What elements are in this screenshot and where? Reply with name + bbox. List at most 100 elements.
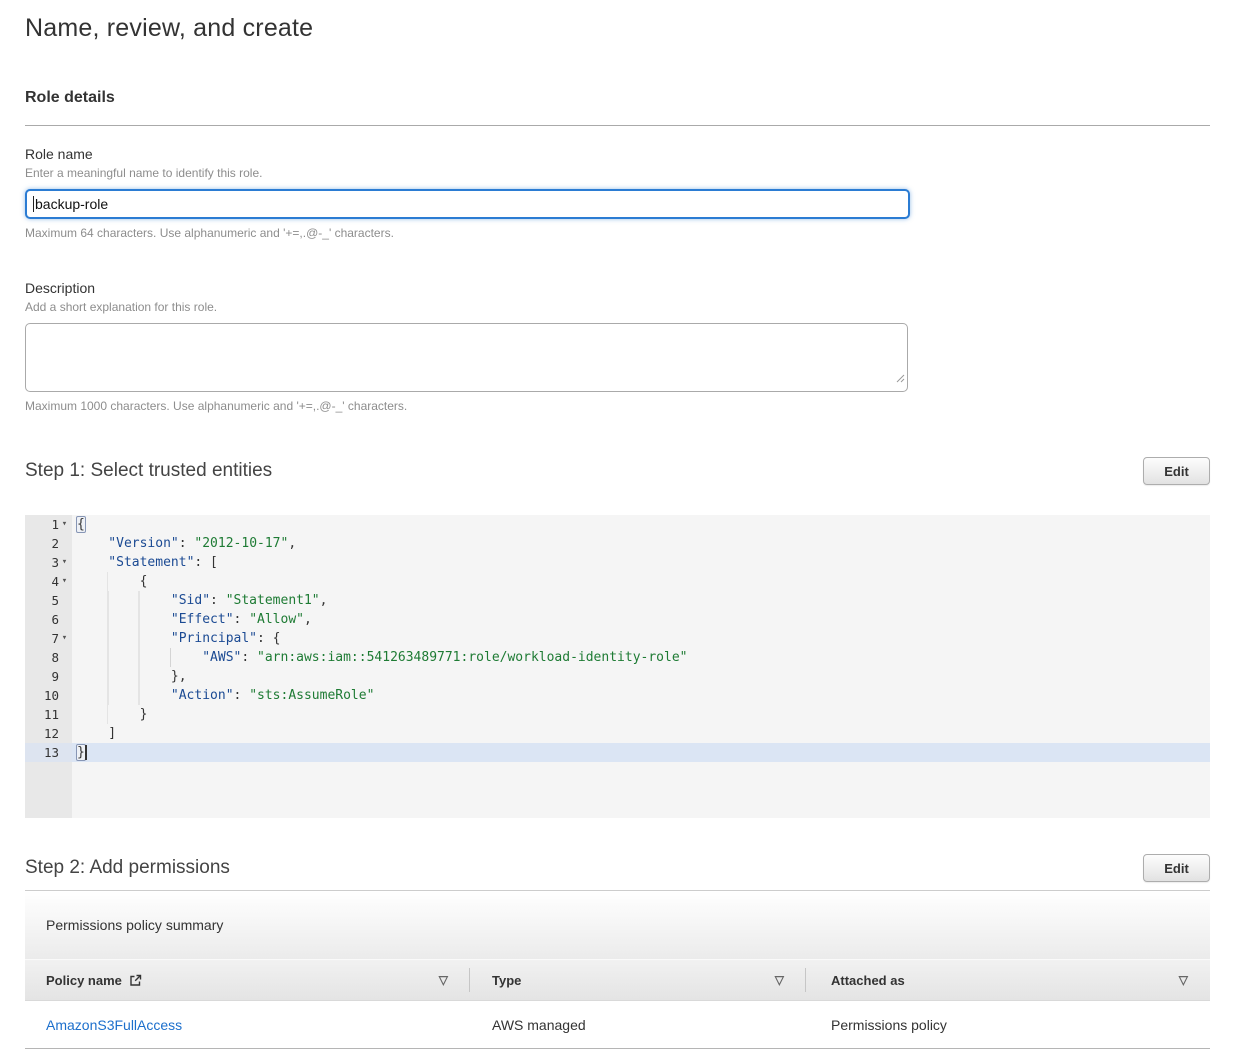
code-line[interactable]: 13} bbox=[25, 743, 1210, 762]
line-number: 10 bbox=[44, 686, 59, 705]
line-number-gutter: 1▾ bbox=[25, 515, 72, 534]
code-line[interactable]: 9}, bbox=[25, 667, 1210, 686]
json-string: "Allow" bbox=[249, 612, 304, 627]
code-line-content: { bbox=[72, 515, 1210, 534]
json-key: "Effect" bbox=[171, 612, 234, 627]
line-number-gutter: 12 bbox=[25, 724, 72, 743]
step1-edit-button[interactable]: Edit bbox=[1143, 457, 1210, 485]
line-number-gutter: 13 bbox=[25, 743, 72, 762]
line-number: 11 bbox=[44, 705, 59, 724]
policy-table-header: Policy name ▽ Type ▽ bbox=[25, 959, 1210, 1001]
code-line[interactable]: 6"Effect": "Allow", bbox=[25, 610, 1210, 629]
code-line[interactable]: 5 "Sid": "Statement1", bbox=[25, 591, 1210, 610]
line-number-gutter: 6 bbox=[25, 610, 72, 629]
code-line-content: } bbox=[72, 743, 1210, 762]
indent-guides bbox=[77, 534, 108, 553]
json-punctuation: , bbox=[304, 612, 312, 627]
step1-header-row: Step 1: Select trusted entities Edit bbox=[25, 457, 1210, 485]
code-line-content: "Statement": [ bbox=[72, 553, 1210, 572]
policy-name-link[interactable]: AmazonS3FullAccess bbox=[46, 1017, 182, 1033]
json-string: "arn:aws:iam::541263489771:role/workload… bbox=[257, 650, 687, 665]
step2-edit-button[interactable]: Edit bbox=[1143, 854, 1210, 882]
json-punctuation: : { bbox=[257, 631, 280, 646]
line-number: 3 bbox=[51, 553, 59, 572]
column-label: Attached as bbox=[831, 973, 905, 988]
table-row: AmazonS3FullAccess AWS managed Permissio… bbox=[25, 1001, 1210, 1049]
json-punctuation: : bbox=[234, 688, 250, 703]
step2-heading: Step 2: Add permissions bbox=[25, 857, 230, 879]
code-editor-filler bbox=[25, 762, 1210, 818]
trust-policy-code-editor[interactable]: 1▾{2"Version": "2012-10-17",3▾"Statement… bbox=[25, 515, 1210, 818]
code-line[interactable]: 1▾{ bbox=[25, 515, 1210, 534]
matched-bracket: { bbox=[76, 516, 86, 533]
code-line[interactable]: 3▾"Statement": [ bbox=[25, 553, 1210, 572]
column-header-type: Type ▽ bbox=[470, 960, 806, 1000]
json-punctuation: }, bbox=[171, 669, 187, 684]
column-header-policy-name: Policy name ▽ bbox=[25, 960, 470, 1000]
line-number-gutter: 8 bbox=[25, 648, 72, 667]
editor-cursor bbox=[85, 745, 87, 760]
json-punctuation: , bbox=[320, 593, 328, 608]
json-key: "Statement" bbox=[108, 555, 194, 570]
page: Name, review, and create Role details Ro… bbox=[0, 0, 1242, 1049]
description-label: Description bbox=[25, 280, 1210, 296]
json-punctuation: ] bbox=[108, 726, 116, 741]
description-textarea[interactable] bbox=[25, 323, 908, 392]
line-number-gutter: 5 bbox=[25, 591, 72, 610]
line-number: 5 bbox=[51, 591, 59, 610]
cell-policy-name: AmazonS3FullAccess bbox=[25, 1001, 470, 1048]
code-line[interactable]: 12] bbox=[25, 724, 1210, 743]
line-number-gutter: 2 bbox=[25, 534, 72, 553]
json-string: "2012-10-17" bbox=[194, 536, 288, 551]
code-line-content: } bbox=[72, 705, 1210, 724]
code-line-content: "Effect": "Allow", bbox=[72, 610, 1210, 629]
json-punctuation: : bbox=[210, 593, 226, 608]
json-punctuation: : bbox=[234, 612, 250, 627]
code-line-content: { bbox=[72, 572, 1210, 591]
fold-arrow-icon[interactable]: ▾ bbox=[59, 515, 70, 534]
code-line[interactable]: 2"Version": "2012-10-17", bbox=[25, 534, 1210, 553]
json-key: "AWS" bbox=[202, 650, 241, 665]
json-string: "sts:AssumeRole" bbox=[249, 688, 374, 703]
line-number-gutter: 10 bbox=[25, 686, 72, 705]
code-line[interactable]: 8 "AWS": "arn:aws:iam::541263489771:role/… bbox=[25, 648, 1210, 667]
permissions-panel-title: Permissions policy summary bbox=[25, 891, 1210, 959]
line-number-gutter: 4▾ bbox=[25, 572, 72, 591]
description-hint: Maximum 1000 characters. Use alphanumeri… bbox=[25, 399, 1210, 413]
json-punctuation: : bbox=[241, 650, 257, 665]
description-help: Add a short explanation for this role. bbox=[25, 300, 1210, 314]
gutter-filler bbox=[25, 762, 72, 818]
sort-icon[interactable]: ▽ bbox=[1179, 974, 1188, 986]
policy-table: Policy name ▽ Type ▽ bbox=[25, 959, 1210, 1049]
divider bbox=[25, 125, 1210, 126]
code-line[interactable]: 10 "Action": "sts:AssumeRole" bbox=[25, 686, 1210, 705]
json-string: "Statement1" bbox=[226, 593, 320, 608]
indent-guides bbox=[77, 724, 108, 743]
json-key: "Principal" bbox=[171, 631, 257, 646]
external-link-icon bbox=[129, 974, 142, 987]
fold-arrow-icon[interactable]: ▾ bbox=[59, 572, 70, 591]
code-line[interactable]: 7▾"Principal": { bbox=[25, 629, 1210, 648]
cell-attached-as: Permissions policy bbox=[806, 1001, 1210, 1048]
line-number: 2 bbox=[51, 534, 59, 553]
code-line-content: }, bbox=[72, 667, 1210, 686]
column-header-attached-as: Attached as ▽ bbox=[806, 960, 1210, 1000]
step2-header-row: Step 2: Add permissions Edit bbox=[25, 854, 1210, 882]
json-punctuation: : bbox=[179, 536, 195, 551]
role-name-hint: Maximum 64 characters. Use alphanumeric … bbox=[25, 226, 1210, 240]
code-line-content: "Sid": "Statement1", bbox=[72, 591, 1210, 610]
fold-arrow-icon[interactable]: ▾ bbox=[59, 629, 70, 648]
role-name-input[interactable] bbox=[25, 189, 910, 219]
role-name-input-wrap bbox=[25, 189, 910, 219]
code-line-content: "Action": "sts:AssumeRole" bbox=[72, 686, 1210, 705]
code-line[interactable]: 4▾{ bbox=[25, 572, 1210, 591]
sort-icon[interactable]: ▽ bbox=[439, 974, 448, 986]
line-number: 13 bbox=[44, 743, 59, 762]
line-number-gutter: 9 bbox=[25, 667, 72, 686]
line-number: 8 bbox=[51, 648, 59, 667]
indent-guides bbox=[77, 667, 171, 686]
sort-icon[interactable]: ▽ bbox=[775, 974, 784, 986]
code-line[interactable]: 11} bbox=[25, 705, 1210, 724]
resize-handle-icon[interactable] bbox=[895, 370, 905, 388]
fold-arrow-icon[interactable]: ▾ bbox=[59, 553, 70, 572]
